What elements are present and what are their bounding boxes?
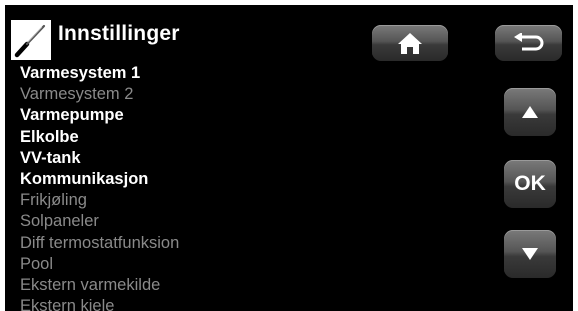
triangle-up-icon <box>521 105 539 119</box>
page-title: Innstillinger <box>58 22 180 45</box>
ok-button[interactable]: OK <box>504 160 556 208</box>
back-arrow-icon <box>512 33 546 53</box>
settings-screen: Innstillinger Varmesystem 1 Varmesystem … <box>5 5 573 311</box>
home-button[interactable] <box>372 25 448 61</box>
scroll-up-button[interactable] <box>504 88 556 136</box>
menu-item-pool: Pool <box>20 254 54 273</box>
home-icon <box>397 31 423 55</box>
menu-item-ekstern-kjele: Ekstern kjele <box>20 297 115 311</box>
triangle-down-icon <box>521 247 539 261</box>
settings-menu: Varmesystem 1 Varmesystem 2 Varmepumpe E… <box>20 63 179 311</box>
menu-item-varmepumpe[interactable]: Varmepumpe <box>20 105 179 126</box>
screwdriver-icon <box>11 20 51 60</box>
menu-item-ekstern-varmekilde: Ekstern varmekilde <box>20 275 161 294</box>
menu-item-solpaneler: Solpaneler <box>20 212 99 231</box>
menu-item-kommunikasjon[interactable]: Kommunikasjon <box>20 169 179 190</box>
menu-item-varmesystem-2: Varmesystem 2 <box>20 85 134 104</box>
menu-item-elkolbe[interactable]: Elkolbe <box>20 127 179 148</box>
menu-item-vv-tank[interactable]: VV-tank <box>20 148 179 169</box>
menu-item-diff-termostatfunksion: Diff termostatfunksion <box>20 233 180 252</box>
scroll-down-button[interactable] <box>504 230 556 278</box>
back-button[interactable] <box>495 25 562 61</box>
menu-item-frikjoling: Frikjøling <box>20 191 87 210</box>
menu-item-varmesystem-1[interactable]: Varmesystem 1 <box>20 63 179 84</box>
edge-marker <box>5 190 8 194</box>
